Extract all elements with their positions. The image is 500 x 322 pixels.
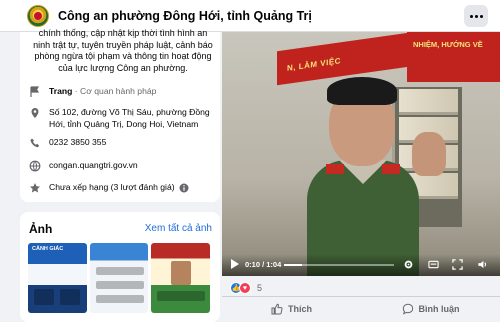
phone-icon — [30, 138, 40, 148]
info-icon[interactable] — [179, 183, 189, 193]
reaction-summary[interactable]: 👍 ♥ 5 — [222, 280, 500, 296]
category-label: Trang — [49, 86, 73, 96]
address-text: Số 102, đường Võ Thị Sáu, phường Đồng Hớ… — [49, 107, 210, 129]
comment-label: Bình luận — [418, 303, 460, 314]
photo-thumbnail[interactable] — [89, 243, 149, 313]
more-horizontal-icon — [469, 14, 473, 18]
intro-text: chính thống, cập nhật kịp thời tình hình… — [33, 28, 213, 73]
website-row: congan.quangtri.gov.vn — [29, 160, 138, 172]
post-actions: Thích Bình luận — [222, 296, 500, 320]
more-button[interactable] — [464, 5, 488, 27]
settings-gear-icon[interactable] — [403, 259, 414, 270]
category-row: Trang · Cơ quan hành pháp — [29, 86, 156, 98]
photos-heading: Ảnh — [29, 222, 53, 236]
photo-thumbnails: CẢNH GIÁC — [28, 243, 211, 313]
video-progress-fill — [284, 264, 302, 266]
phone-row: 0232 3850 355 — [29, 137, 106, 149]
fullscreen-icon[interactable] — [452, 259, 463, 270]
captions-icon[interactable] — [428, 259, 439, 270]
rating-text: Chưa xếp hạng (3 lượt đánh giá) — [49, 182, 175, 192]
intro-card: chính thống, cập nhật kịp thời tình hình… — [20, 28, 220, 202]
video-banner-right: NHIỆM, HƯỚNG VỀ — [407, 32, 500, 82]
flag-icon — [30, 86, 40, 97]
reaction-count: 5 — [257, 283, 263, 293]
photo-thumbnail[interactable] — [151, 243, 211, 313]
like-button[interactable]: Thích — [222, 297, 361, 320]
rating-row: Chưa xếp hạng (3 lượt đánh giá) — [29, 182, 189, 194]
comment-icon — [402, 303, 413, 315]
location-pin-icon — [31, 108, 39, 118]
page-avatar[interactable] — [27, 4, 49, 27]
video-progress-bar[interactable] — [284, 264, 394, 266]
play-icon[interactable] — [231, 259, 239, 269]
photos-card: Ảnh Xem tất cả ảnh CẢNH GIÁC — [20, 212, 220, 322]
comment-button[interactable]: Bình luận — [361, 297, 500, 320]
star-icon — [30, 183, 40, 193]
like-label: Thích — [288, 303, 312, 314]
police-emblem-icon — [34, 11, 42, 20]
category-value: · Cơ quan hành pháp — [72, 86, 157, 96]
volume-icon[interactable] — [477, 259, 488, 270]
page-title[interactable]: Công an phường Đông Hới, tỉnh Quảng Trị — [58, 9, 312, 23]
website-link[interactable]: congan.quangtri.gov.vn — [49, 160, 138, 172]
video-player[interactable]: N, LÀM VIỆC NHIỆM, HƯỚNG VỀ 0:10 / 1:04 — [222, 32, 500, 276]
see-all-photos-link[interactable]: Xem tất cả ảnh — [145, 223, 212, 234]
address-row: Số 102, đường Võ Thị Sáu, phường Đồng Hớ… — [29, 107, 214, 130]
globe-icon — [29, 160, 41, 172]
photo-thumbnail[interactable]: CẢNH GIÁC — [28, 243, 87, 313]
love-reaction-icon: ♥ — [239, 282, 251, 294]
phone-text[interactable]: 0232 3850 355 — [49, 137, 106, 149]
video-time: 0:10 / 1:04 — [245, 260, 282, 269]
thumbs-up-icon — [271, 303, 283, 314]
